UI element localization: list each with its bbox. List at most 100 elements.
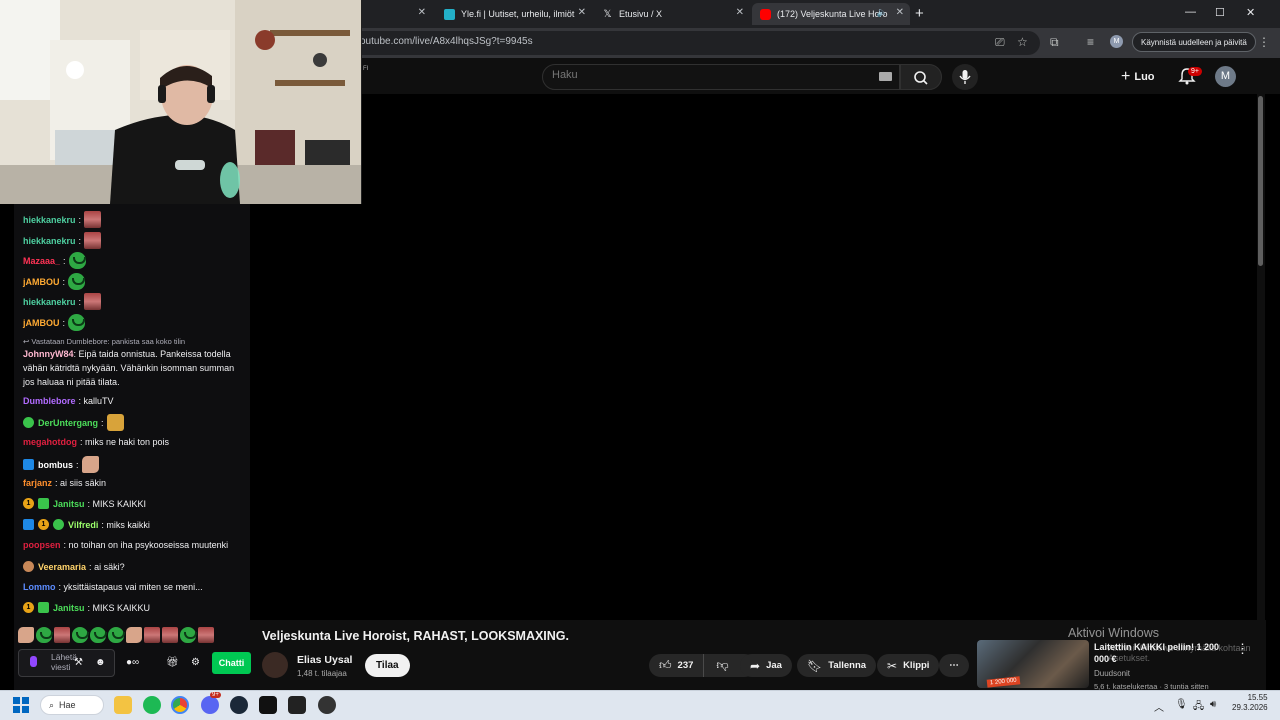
profile-avatar[interactable]: M <box>1110 35 1123 48</box>
chat-username[interactable]: farjanz <box>23 478 52 488</box>
channel-name[interactable]: Elias Uysal <box>297 654 352 666</box>
chat-username[interactable]: Vilfredi <box>68 520 98 530</box>
volume-icon[interactable]: 🔊︎ <box>1210 699 1216 710</box>
maximize-icon[interactable]: ☐ <box>1215 6 1225 19</box>
tab-x[interactable]: 𝕏 Etusivu / X ✕ <box>594 3 750 25</box>
recommended-thumbnail[interactable]: 1 200 000 <box>977 640 1089 688</box>
face-emote[interactable] <box>162 627 178 643</box>
like-button[interactable]: 👍︎ 237 <box>649 654 705 677</box>
chat-username[interactable]: Janitsu <box>53 603 85 613</box>
steam-icon[interactable] <box>230 696 248 714</box>
sub-badge-icon <box>23 417 34 428</box>
gift-icon[interactable]: 🎁︎ <box>166 657 179 668</box>
windows-start-icon[interactable] <box>13 697 29 713</box>
browser-menu-icon[interactable]: ⋮ <box>1258 35 1270 49</box>
new-tab-button[interactable]: + <box>915 5 924 22</box>
more-actions-button[interactable]: ⋯ <box>939 654 969 677</box>
taskbar-clock[interactable]: 15.55 29.3.2026 <box>1232 693 1268 713</box>
chat-username[interactable]: hiekkanekru <box>23 236 76 246</box>
close-tab-icon[interactable]: ✕ <box>578 7 586 18</box>
face-emote[interactable] <box>54 627 70 643</box>
x-app-icon[interactable] <box>259 696 277 714</box>
taskbar-search[interactable]: ⌕ Hae <box>40 695 104 715</box>
spotify-icon[interactable] <box>143 696 161 714</box>
chat-username[interactable]: Mazaaa_ <box>23 256 60 266</box>
video-player[interactable] <box>250 94 1266 620</box>
hype-icon[interactable]: ⚒ <box>74 657 83 668</box>
chat-username[interactable]: megahotdog <box>23 437 77 447</box>
pepe-emote[interactable] <box>90 627 107 643</box>
clip-button[interactable]: ✂ Klippi <box>877 654 940 677</box>
more-horizontal-icon: ⋯ <box>949 660 959 671</box>
emoji-icon[interactable]: ☻ <box>95 657 106 668</box>
close-tab-icon[interactable]: ✕ <box>736 7 744 18</box>
face-emote[interactable] <box>144 627 160 643</box>
chat-username[interactable]: hiekkanekru <box>23 297 76 307</box>
tab-generic[interactable]: ✕ <box>362 3 432 25</box>
chrome-icon[interactable] <box>171 696 189 714</box>
face-emote[interactable] <box>198 627 214 643</box>
chat-username[interactable]: Dumblebore <box>23 396 76 406</box>
pepe-emote <box>68 273 86 290</box>
mic-icon <box>959 70 971 84</box>
minimize-icon[interactable]: — <box>1185 6 1196 18</box>
media-control-icon[interactable]: ≡ <box>1087 35 1094 49</box>
voice-search-button[interactable] <box>952 64 978 90</box>
keyboard-icon[interactable] <box>879 72 892 81</box>
bookmark-star-icon[interactable]: ☆ <box>1017 35 1028 49</box>
settings-gear-icon[interactable]: ⚙ <box>191 657 200 668</box>
obs-icon[interactable] <box>318 696 336 714</box>
account-avatar[interactable]: M <box>1215 66 1236 87</box>
scrollbar-thumb[interactable] <box>1258 96 1263 266</box>
close-tab-icon[interactable]: ✕ <box>418 7 426 18</box>
network-icon[interactable]: 🖧 <box>1193 699 1204 716</box>
extensions-icon[interactable]: ⧉ <box>1050 35 1059 50</box>
reply-reference[interactable]: ↩ Vastataan Dumblebore: pankista saa kok… <box>23 337 185 346</box>
pepe-emote[interactable] <box>180 627 197 643</box>
chat-username[interactable]: Lommo <box>23 582 56 592</box>
share-button[interactable]: ➦ Jaa <box>740 654 792 677</box>
close-window-icon[interactable]: ✕ <box>1246 6 1255 19</box>
recommended-channel[interactable]: Duudsonit <box>1094 669 1130 678</box>
chat-username[interactable]: Janitsu <box>53 499 85 509</box>
chat-send-button[interactable]: Chatti <box>212 652 251 674</box>
url-text[interactable]: outube.com/live/A8x4lhqsJSg?t=9945s <box>360 36 533 47</box>
tray-mic-icon[interactable]: 🎙︎ <box>1175 699 1188 710</box>
chat-mic-icon[interactable] <box>30 656 37 667</box>
video-title: Veljeskunta Live Horoist, RAHAST, LOOKSM… <box>262 629 570 643</box>
restart-update-button[interactable]: Käynnistä uudelleen ja päivitä <box>1132 32 1256 52</box>
gold-emote <box>106 414 124 431</box>
close-tab-icon[interactable]: ✕ <box>896 7 904 18</box>
channel-avatar[interactable] <box>262 652 288 678</box>
chat-username[interactable]: poopsen <box>23 540 61 550</box>
chat-username[interactable]: jAMBOU <box>23 277 60 287</box>
search-button[interactable] <box>900 64 942 90</box>
pepe-emote[interactable] <box>36 627 53 643</box>
pepe-emote[interactable] <box>108 627 125 643</box>
hand-emote[interactable] <box>126 627 142 643</box>
chat-username[interactable]: hiekkanekru <box>23 215 76 225</box>
region-code: FI <box>363 66 369 72</box>
rl-app-icon[interactable] <box>288 696 306 714</box>
cast-icon[interactable]: ⎚ <box>995 35 1005 50</box>
chat-username[interactable]: Veeramaria <box>38 562 86 572</box>
search-input[interactable] <box>552 69 852 81</box>
hand-emote[interactable] <box>18 627 34 643</box>
chat-username[interactable]: JohnnyW84 <box>23 349 74 359</box>
tab-youtube[interactable]: (172) Veljeskunta Live Horo 🔈 ✕ <box>752 3 910 25</box>
like-count: 237 <box>677 660 694 671</box>
chat-username[interactable]: DerUntergang <box>38 418 98 428</box>
channel-points-icon[interactable]: ●∞ <box>126 657 139 668</box>
tray-chevron-icon[interactable]: ︿ <box>1154 699 1164 714</box>
tab-yle[interactable]: Yle.fi | Uutiset, urheilu, ilmiöt ✕ <box>436 3 592 25</box>
speaker-icon[interactable]: 🔈 <box>877 7 888 18</box>
file-explorer-icon[interactable] <box>114 696 132 714</box>
chat-username[interactable]: bombus <box>38 460 73 470</box>
discord-icon[interactable] <box>201 696 219 714</box>
subscribe-button[interactable]: Tilaa <box>365 654 410 677</box>
chat-username[interactable]: jAMBOU <box>23 318 60 328</box>
create-button[interactable]: + Luo <box>1121 67 1155 87</box>
save-button[interactable]: 🔖︎ Tallenna <box>797 654 877 677</box>
pepe-emote[interactable] <box>72 627 89 643</box>
dislike-button[interactable]: 👎︎ <box>704 654 740 677</box>
